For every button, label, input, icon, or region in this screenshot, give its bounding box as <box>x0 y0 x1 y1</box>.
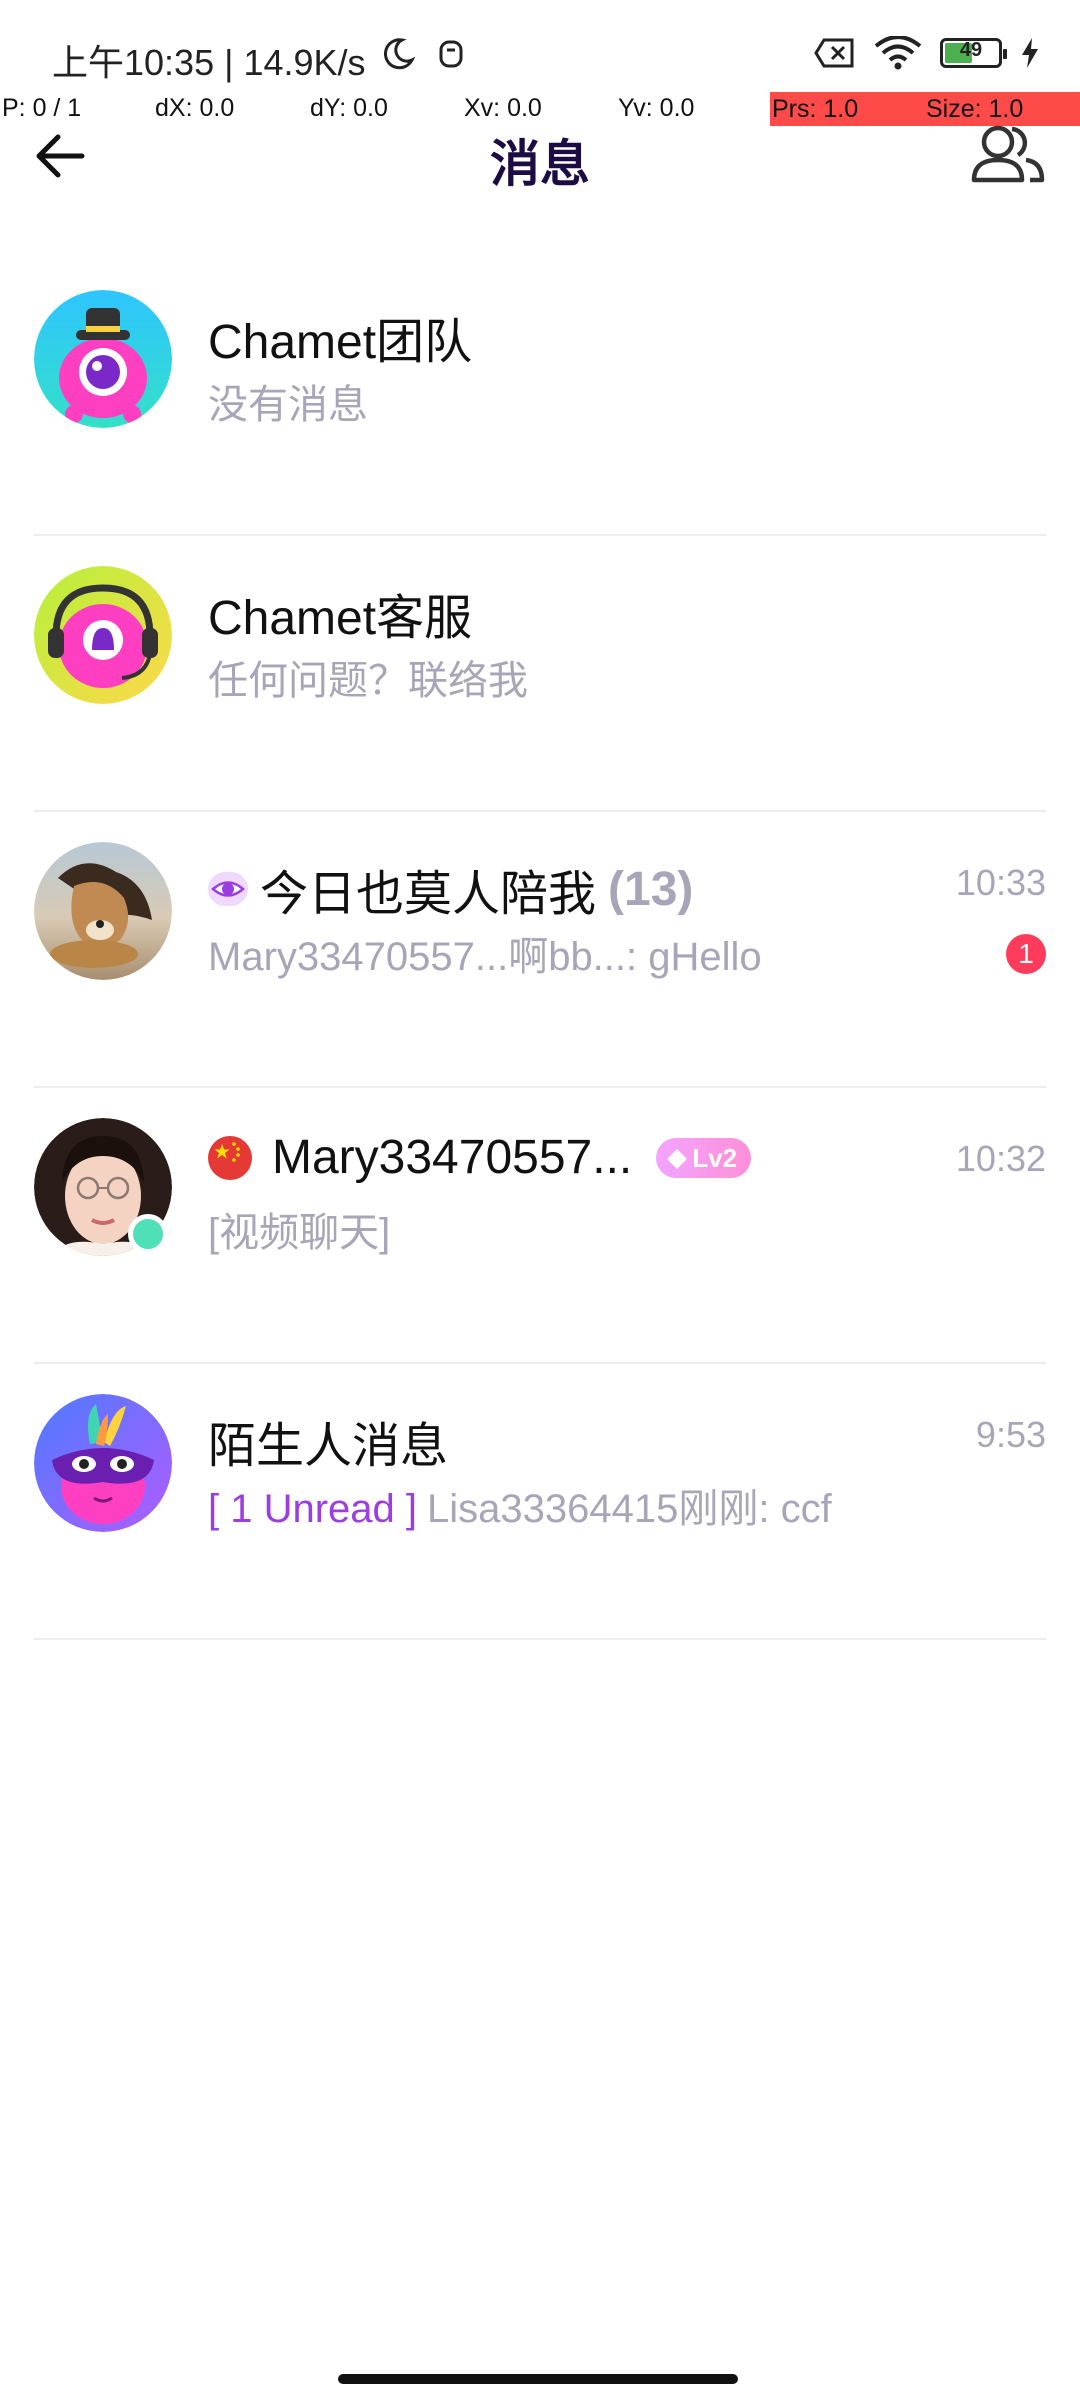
avatar-chamet-team <box>34 290 172 428</box>
conversation-name: 今日也莫人陪我 (13) <box>208 854 693 924</box>
no-sim-icon <box>814 38 854 68</box>
online-status-dot <box>128 1214 168 1254</box>
conversation-item[interactable]: Mary33470557... Lv2 [视频聊天] 10:32 <box>0 1088 1080 1364</box>
conversation-item[interactable]: Chamet客服 任何问题？联络我 <box>0 536 1080 812</box>
unread-badge: 1 <box>1006 934 1046 974</box>
status-time: 上午10:35 | 14.9K/s <box>52 42 366 83</box>
conversation-name: Mary33470557... Lv2 <box>208 1130 752 1185</box>
debug-yv: Yv: 0.0 <box>618 94 695 122</box>
conversation-preview: Mary33470557...啊bb...: gHello <box>208 935 762 979</box>
user-name: Mary33470557... <box>272 1131 633 1184</box>
debug-xv: Xv: 0.0 <box>464 94 542 122</box>
debug-pointer: P: 0 / 1 <box>2 94 82 122</box>
conversation-time: 10:32 <box>955 1138 1046 1179</box>
conversation-item[interactable]: 今日也莫人陪我 (13) Mary33470557...啊bb...: gHel… <box>0 812 1080 1088</box>
conversation-name: Chamet团队 <box>208 316 473 369</box>
level-label: Lv2 <box>692 1142 738 1173</box>
eye-icon <box>208 872 248 906</box>
debug-dx: dX: 0.0 <box>155 94 235 122</box>
conversation-preview: [视频聊天] <box>208 1211 391 1255</box>
conversation-name: 陌生人消息 <box>208 1420 449 1473</box>
conversation-list: Chamet团队 没有消息 Chamet客服 任何问题？联络我 今日也莫人陪我 … <box>0 260 1080 1640</box>
status-bar: 上午10:35 | 14.9K/s 49 <box>0 0 1080 100</box>
friends-icon[interactable] <box>968 120 1046 186</box>
battery-icon: 49 <box>940 38 1007 68</box>
wifi-icon <box>874 36 922 70</box>
member-count: (13) <box>608 862 694 916</box>
avatar-stranger-messages <box>34 1394 172 1532</box>
conversation-name: Chamet客服 <box>208 592 473 645</box>
china-flag-icon <box>208 1135 252 1180</box>
avatar-chamet-service <box>34 566 172 704</box>
level-badge: Lv2 <box>656 1137 752 1178</box>
avatar-group-dog <box>34 842 172 980</box>
charging-icon <box>1022 38 1038 68</box>
status-icons: 49 <box>814 36 1040 70</box>
conversation-preview: 没有消息 <box>208 383 368 427</box>
page-title: 消息 <box>490 136 590 192</box>
conversation-item[interactable]: 陌生人消息 [ 1 Unread ] Lisa33364415刚刚: ccf 9:… <box>0 1364 1080 1640</box>
preview-text: Lisa33364415刚刚: ccf <box>427 1487 832 1531</box>
unread-label: [ 1 Unread ] <box>208 1487 418 1531</box>
debug-dy: dY: 0.0 <box>310 94 388 122</box>
battery-level: 49 <box>959 39 983 61</box>
moon-icon <box>383 38 416 70</box>
home-indicator[interactable] <box>338 2374 738 2384</box>
conversation-preview: [ 1 Unread ] Lisa33364415刚刚: ccf <box>208 1476 832 1534</box>
conversation-item[interactable]: Chamet团队 没有消息 <box>0 260 1080 536</box>
usb-debug-icon <box>439 40 463 68</box>
top-app-bar: 消息 <box>0 120 1080 192</box>
conversation-time: 9:53 <box>975 1414 1046 1455</box>
conversation-time: 10:33 <box>955 862 1046 903</box>
conversation-preview: 任何问题？联络我 <box>208 659 528 703</box>
group-name: 今日也莫人陪我 <box>260 868 597 921</box>
diamond-icon <box>667 1148 688 1169</box>
